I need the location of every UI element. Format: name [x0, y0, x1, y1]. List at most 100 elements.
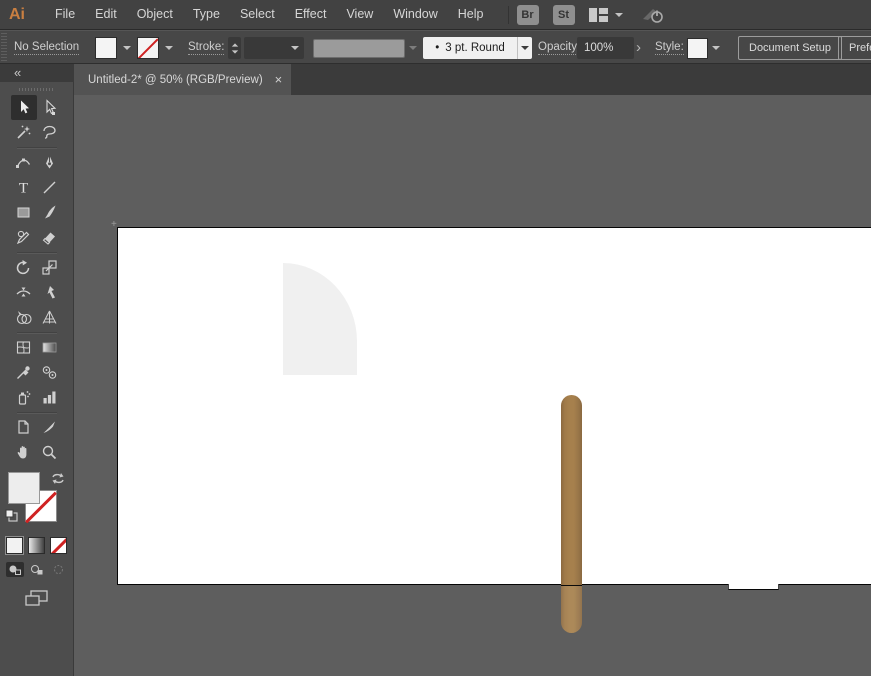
artboard-tool[interactable]: [11, 415, 37, 440]
type-tool[interactable]: T: [11, 175, 37, 200]
pencil-tool[interactable]: [11, 225, 37, 250]
pen-tool[interactable]: [37, 150, 63, 175]
zoom-tool[interactable]: [37, 440, 63, 465]
control-bar-grip[interactable]: [1, 33, 7, 61]
document-tab-title: Untitled-2* @ 50% (RGB/Preview): [88, 74, 263, 86]
none-button[interactable]: [50, 537, 67, 554]
quarter-round-shape[interactable]: [283, 263, 357, 375]
menu-window[interactable]: Window: [383, 0, 447, 29]
stroke-weight-label[interactable]: Stroke:: [188, 41, 224, 55]
free-transform-tool[interactable]: [37, 280, 63, 305]
menu-edit[interactable]: Edit: [85, 0, 127, 29]
paintbrush-icon: [41, 204, 58, 221]
blend-tool[interactable]: [37, 360, 63, 385]
draw-inside-button: [50, 562, 68, 577]
paintbrush-tool[interactable]: [37, 200, 63, 225]
magic-wand-icon: [15, 124, 32, 141]
style-label[interactable]: Style:: [655, 41, 684, 55]
magic-wand-tool[interactable]: [11, 120, 37, 145]
pencil-icon: [15, 229, 32, 246]
curvature-tool[interactable]: [11, 150, 37, 175]
width-tool[interactable]: [11, 280, 37, 305]
lasso-tool[interactable]: [37, 120, 63, 145]
opacity-input[interactable]: 100%: [577, 37, 634, 59]
draw-behind-button[interactable]: [28, 562, 46, 577]
slice-tool[interactable]: [37, 415, 63, 440]
fill-color-swatch[interactable]: [95, 37, 117, 59]
curvature-icon: [15, 154, 32, 171]
selection-status: No Selection: [14, 41, 79, 55]
menu-file[interactable]: File: [47, 0, 85, 29]
eyedropper-tool[interactable]: [11, 360, 37, 385]
style-swatch[interactable]: [687, 38, 708, 59]
width-icon: [15, 284, 32, 301]
collapse-panel-icon[interactable]: «: [14, 66, 21, 80]
fill-color-dropdown[interactable]: [119, 37, 134, 59]
rotate-tool[interactable]: [11, 255, 37, 280]
artboard-icon: [15, 419, 32, 436]
close-tab-icon[interactable]: ×: [275, 72, 283, 87]
gpu-performance-indicator[interactable]: [641, 6, 667, 24]
stroke-color-swatch[interactable]: [137, 37, 159, 59]
gradient-tool[interactable]: [37, 335, 63, 360]
shape-builder-tool[interactable]: [11, 305, 37, 330]
artboard-edge-notch: [728, 584, 779, 590]
rotate-icon: [15, 259, 32, 276]
menu-help[interactable]: Help: [448, 0, 494, 29]
direct-selection-tool[interactable]: [37, 95, 63, 120]
perspective-grid-tool[interactable]: [37, 305, 63, 330]
symbol-sprayer-tool[interactable]: [11, 385, 37, 410]
workspace-switcher[interactable]: [589, 8, 623, 22]
eyedropper-icon: [15, 364, 32, 381]
stroke-color-dropdown[interactable]: [161, 37, 176, 59]
scale-tool[interactable]: [37, 255, 63, 280]
menu-separator: [508, 6, 509, 24]
control-bar: No Selection Stroke: • 3 pt. Round Opaci…: [0, 30, 871, 64]
artboard[interactable]: +: [117, 227, 871, 585]
menu-select[interactable]: Select: [230, 0, 285, 29]
menu-view[interactable]: View: [336, 0, 383, 29]
default-fill-stroke-icon[interactable]: [5, 509, 18, 522]
opacity-panel-arrow-icon[interactable]: ›: [636, 38, 641, 58]
direct-selection-arrow-icon: [41, 99, 58, 116]
menu-type[interactable]: Type: [183, 0, 230, 29]
brush-preview-dot-icon: •: [435, 42, 439, 54]
opacity-label[interactable]: Opacity:: [538, 41, 580, 55]
brush-definition-dropdown[interactable]: [517, 37, 532, 59]
brush-definition-button[interactable]: • 3 pt. Round: [423, 37, 517, 59]
preferences-button[interactable]: Preferences: [838, 36, 871, 60]
perspective-grid-icon: [41, 309, 58, 326]
stick-below-artboard-shade: [561, 586, 582, 633]
artboard-border-over-stick: [561, 585, 582, 586]
line-segment-tool[interactable]: [37, 175, 63, 200]
illustrator-window: Ai File Edit Object Type Select Effect V…: [0, 0, 871, 676]
selection-tool[interactable]: [11, 95, 37, 120]
document-setup-button[interactable]: Document Setup: [738, 36, 842, 60]
change-screen-mode[interactable]: [0, 589, 73, 607]
canvas-area[interactable]: +: [74, 95, 871, 676]
draw-normal-button[interactable]: [6, 562, 24, 577]
stock-button[interactable]: St: [553, 5, 575, 25]
document-tab[interactable]: Untitled-2* @ 50% (RGB/Preview) ×: [74, 64, 291, 95]
mesh-tool[interactable]: [11, 335, 37, 360]
tool-group-divider: [11, 330, 63, 335]
column-graph-tool[interactable]: [37, 385, 63, 410]
stroke-weight-stepper[interactable]: [228, 37, 241, 59]
stroke-weight-dropdown[interactable]: [244, 37, 304, 59]
bridge-button[interactable]: Br: [517, 5, 539, 25]
menu-object[interactable]: Object: [127, 0, 183, 29]
rectangle-tool[interactable]: [11, 200, 37, 225]
gradient-button[interactable]: [28, 537, 45, 554]
slice-icon: [41, 419, 58, 436]
color-button[interactable]: [6, 537, 23, 554]
free-transform-icon: [41, 284, 58, 301]
fill-proxy-swatch[interactable]: [8, 472, 40, 504]
eraser-tool[interactable]: [37, 225, 63, 250]
menu-effect[interactable]: Effect: [285, 0, 337, 29]
chevron-down-icon: [231, 50, 237, 53]
tools-panel-grip[interactable]: [19, 88, 55, 91]
style-dropdown[interactable]: [708, 37, 723, 59]
swap-fill-stroke-icon[interactable]: [50, 472, 66, 486]
hand-tool[interactable]: [11, 440, 37, 465]
workspace-icon: [589, 8, 608, 22]
